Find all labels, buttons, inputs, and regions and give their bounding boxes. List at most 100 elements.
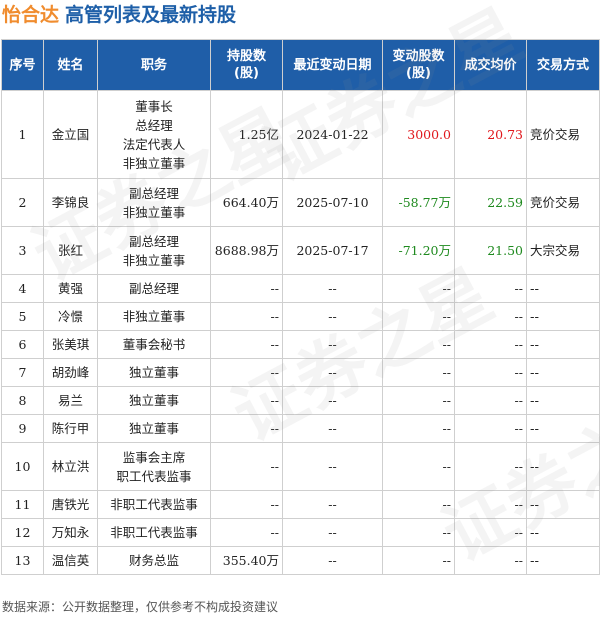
cell-avg-price: -- [454, 490, 527, 519]
cell-change-date: -- [282, 414, 383, 443]
cell-shares: -- [210, 490, 283, 519]
cell-change-shares: -- [382, 414, 455, 443]
cell-name: 金立国 [43, 90, 98, 179]
cell-name: 李锦良 [43, 178, 98, 227]
cell-shares: -- [210, 274, 283, 303]
table-row: 12 万知永 非职工代表监事 -- -- -- -- -- [1, 518, 600, 547]
page-subtitle: 高管列表及最新持股 [65, 4, 237, 26]
cell-trade-method: -- [526, 442, 600, 491]
cell-position: 副总经理 [97, 274, 211, 303]
company-name: 怡合达 [2, 4, 60, 26]
table-row: 2 李锦良 副总经理 非独立董事 664.40万 2025-07-10 -58.77万 22.… [1, 178, 600, 227]
cell-change-date: 2025-07-10 [282, 178, 383, 227]
cell-name: 张红 [43, 226, 98, 275]
cell-shares: -- [210, 414, 283, 443]
cell-trade-method: 大宗交易 [526, 226, 600, 275]
table-row: 11 唐铁光 非职工代表监事 -- -- -- -- -- [1, 490, 600, 519]
cell-position: 非独立董事 [97, 302, 211, 331]
table-header-row: 序号 姓名 职务 持股数 (股) 最近变动日期 变动股数 (股) 成交均价 交易方式 [1, 39, 600, 91]
cell-trade-method: -- [526, 490, 600, 519]
cell-shares: -- [210, 386, 283, 415]
cell-change-date: -- [282, 546, 383, 575]
cell-position: 非职工代表监事 [97, 490, 211, 519]
cell-change-date: -- [282, 302, 383, 331]
cell-change-shares: -- [382, 330, 455, 359]
cell-name: 黄强 [43, 274, 98, 303]
cell-shares: 8688.98万 [210, 226, 283, 275]
cell-shares: -- [210, 518, 283, 547]
cell-change-date: -- [282, 386, 383, 415]
cell-change-date: -- [282, 330, 383, 359]
table-row: 10 林立洪 监事会主席 职工代表监事 -- -- -- -- -- [1, 442, 600, 491]
cell-change-date: 2024-01-22 [282, 90, 383, 179]
cell-trade-method: -- [526, 358, 600, 387]
cell-name: 唐铁光 [43, 490, 98, 519]
table-row: 8 易兰 独立董事 -- -- -- -- -- [1, 386, 600, 415]
cell-change-shares: -- [382, 274, 455, 303]
cell-trade-method: 竞价交易 [526, 178, 600, 227]
cell-avg-price: -- [454, 546, 527, 575]
cell-trade-method: -- [526, 330, 600, 359]
cell-change-shares: -- [382, 358, 455, 387]
cell-name: 易兰 [43, 386, 98, 415]
table-row: 4 黄强 副总经理 -- -- -- -- -- [1, 274, 600, 303]
cell-position: 独立董事 [97, 358, 211, 387]
cell-shares: 355.40万 [210, 546, 283, 575]
cell-change-shares: -- [382, 302, 455, 331]
column-header: 序号 [1, 39, 44, 91]
cell-change-shares: -- [382, 442, 455, 491]
cell-position: 非职工代表监事 [97, 518, 211, 547]
cell-name: 温信英 [43, 546, 98, 575]
column-header: 成交均价 [454, 39, 527, 91]
cell-shares: -- [210, 330, 283, 359]
table-row: 3 张红 副总经理 非独立董事 8688.98万 2025-07-17 -71.20万 21.… [1, 226, 600, 275]
cell-shares: 664.40万 [210, 178, 283, 227]
cell-index: 5 [1, 302, 44, 331]
cell-name: 林立洪 [43, 442, 98, 491]
cell-avg-price: -- [454, 302, 527, 331]
cell-index: 10 [1, 442, 44, 491]
table-body: 1 金立国 董事长 总经理 法定代表人 非独立董事 1.25亿 2024-01-22 3000.… [1, 90, 600, 575]
cell-avg-price: -- [454, 518, 527, 547]
cell-position: 独立董事 [97, 414, 211, 443]
cell-name: 张美琪 [43, 330, 98, 359]
cell-avg-price: 21.50 [454, 226, 527, 275]
cell-avg-price: -- [454, 274, 527, 303]
cell-change-date: -- [282, 442, 383, 491]
cell-index: 3 [1, 226, 44, 275]
cell-index: 8 [1, 386, 44, 415]
cell-position: 财务总监 [97, 546, 211, 575]
cell-trade-method: -- [526, 302, 600, 331]
column-header: 姓名 [43, 39, 98, 91]
table-row: 5 冷憬 非独立董事 -- -- -- -- -- [1, 302, 600, 331]
executives-table: 序号 姓名 职务 持股数 (股) 最近变动日期 变动股数 (股) 成交均价 交易方式 1 金立国 董事… [1, 39, 600, 575]
column-header: 变动股数 (股) [382, 39, 455, 91]
cell-change-shares: -- [382, 546, 455, 575]
cell-position: 董事会秘书 [97, 330, 211, 359]
cell-trade-method: -- [526, 414, 600, 443]
cell-position: 副总经理 非独立董事 [97, 178, 211, 227]
cell-avg-price: 22.59 [454, 178, 527, 227]
table-row: 9 陈行甲 独立董事 -- -- -- -- -- [1, 414, 600, 443]
cell-change-date: -- [282, 518, 383, 547]
cell-avg-price: -- [454, 386, 527, 415]
cell-index: 1 [1, 90, 44, 179]
cell-avg-price: -- [454, 442, 527, 491]
cell-avg-price: -- [454, 330, 527, 359]
cell-change-date: -- [282, 490, 383, 519]
cell-shares: -- [210, 302, 283, 331]
cell-change-shares: -- [382, 518, 455, 547]
cell-name: 胡劲峰 [43, 358, 98, 387]
cell-change-shares: -71.20万 [382, 226, 455, 275]
cell-shares: -- [210, 442, 283, 491]
cell-trade-method: -- [526, 386, 600, 415]
table-row: 1 金立国 董事长 总经理 法定代表人 非独立董事 1.25亿 2024-01-22 3000.… [1, 90, 600, 179]
cell-change-shares: -- [382, 490, 455, 519]
cell-name: 陈行甲 [43, 414, 98, 443]
data-source-note: 数据来源：公开数据整理，仅供参考不构成投资建议 [2, 600, 279, 614]
cell-index: 7 [1, 358, 44, 387]
cell-shares: 1.25亿 [210, 90, 283, 179]
column-header: 最近变动日期 [282, 39, 383, 91]
cell-index: 13 [1, 546, 44, 575]
column-header: 交易方式 [526, 39, 600, 91]
